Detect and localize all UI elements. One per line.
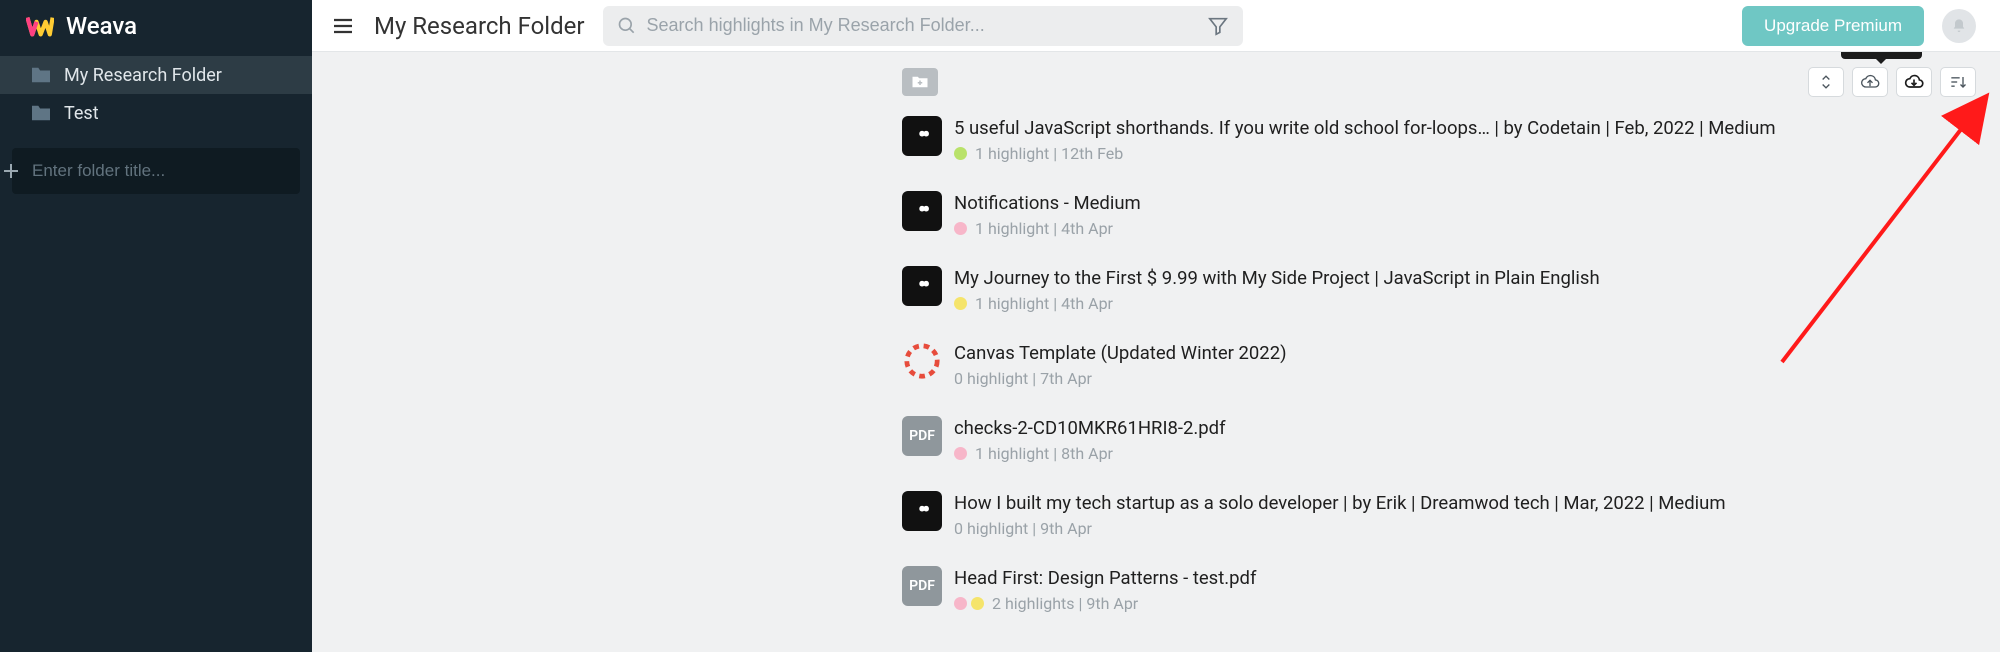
main: My Research Folder Upgrade Premium Expor… [312, 0, 2000, 652]
item-body: My Journey to the First $ 9.99 with My S… [954, 266, 1600, 313]
item-thumbnail [902, 191, 942, 231]
notifications-avatar[interactable] [1942, 9, 1976, 43]
item-title: Notifications - Medium [954, 191, 1141, 215]
sort-button[interactable] [1940, 67, 1976, 97]
logo-icon [26, 12, 54, 40]
list-item[interactable]: PDF checks-2-CD10MKR61HRI8-2.pdf 1 highlig… [902, 416, 2000, 463]
item-meta: 0 highlight | 9th Apr [954, 519, 1726, 538]
item-body: Notifications - Medium 1 highlight | 4th … [954, 191, 1141, 238]
list-item[interactable]: How I built my tech startup as a solo de… [902, 491, 2000, 538]
item-body: How I built my tech startup as a solo de… [954, 491, 1726, 538]
item-title: 5 useful JavaScript shorthands. If you w… [954, 116, 1776, 140]
list-item[interactable]: 5 useful JavaScript shorthands. If you w… [902, 116, 2000, 163]
item-title: Canvas Template (Updated Winter 2022) [954, 341, 1287, 365]
item-thumbnail [902, 341, 942, 381]
bell-icon [1951, 18, 1967, 34]
folder-icon [30, 66, 52, 84]
item-thumbnail [902, 491, 942, 531]
item-meta-text: 1 highlight | 4th Apr [975, 219, 1113, 238]
item-title: checks-2-CD10MKR61HRI8-2.pdf [954, 416, 1226, 440]
item-body: checks-2-CD10MKR61HRI8-2.pdf 1 highlight … [954, 416, 1226, 463]
item-meta: 1 highlight | 4th Apr [954, 219, 1141, 238]
list-item[interactable]: PDF Head First: Design Patterns - test.pd… [902, 566, 2000, 613]
plus-icon [3, 163, 19, 179]
new-folder-input-wrap[interactable] [12, 148, 300, 194]
cloud-download-icon [1904, 72, 1924, 92]
hamburger-icon [331, 14, 355, 38]
toolbar: Export [312, 64, 2000, 100]
item-body: 5 useful JavaScript shorthands. If you w… [954, 116, 1776, 163]
item-title: Head First: Design Patterns - test.pdf [954, 566, 1256, 590]
brand-name: Weava [66, 12, 137, 40]
item-meta-text: 1 highlight | 8th Apr [975, 444, 1113, 463]
item-body: Canvas Template (Updated Winter 2022) 0 h… [954, 341, 1287, 388]
item-meta-text: 1 highlight | 4th Apr [975, 294, 1113, 313]
folder-label: Test [64, 103, 99, 124]
sidebar-item-my-research-folder[interactable]: My Research Folder [0, 56, 312, 94]
page-title: My Research Folder [374, 12, 585, 40]
item-thumbnail: PDF [902, 416, 942, 456]
sidebar-item-test[interactable]: Test [0, 94, 312, 132]
filter-icon[interactable] [1207, 15, 1229, 37]
item-meta-text: 0 highlight | 9th Apr [954, 519, 1092, 538]
cloud-upload-button[interactable] [1852, 67, 1888, 97]
highlight-dot [954, 222, 967, 235]
folder-list: My Research Folder Test [0, 52, 312, 132]
search-icon [617, 16, 637, 36]
item-meta: 0 highlight | 7th Apr [954, 369, 1287, 388]
highlight-dot [954, 297, 967, 310]
menu-button[interactable] [330, 13, 356, 39]
item-title: How I built my tech startup as a solo de… [954, 491, 1726, 515]
cloud-upload-icon [1860, 72, 1880, 92]
add-folder-icon [911, 75, 929, 89]
search-input[interactable] [647, 15, 1199, 36]
item-meta: 2 highlights | 9th Apr [954, 594, 1256, 613]
item-meta: 1 highlight | 4th Apr [954, 294, 1600, 313]
highlight-dots [954, 597, 984, 610]
item-thumbnail [902, 266, 942, 306]
highlight-dot [971, 597, 984, 610]
item-meta-text: 0 highlight | 7th Apr [954, 369, 1092, 388]
folder-label: My Research Folder [64, 65, 222, 86]
brand: Weava [0, 0, 312, 52]
item-meta-text: 1 highlight | 12th Feb [975, 144, 1123, 163]
highlight-dot [954, 597, 967, 610]
item-thumbnail [902, 116, 942, 156]
content: Export 5 useful JavaScript shorthands [312, 52, 2000, 652]
list-item[interactable]: Notifications - Medium 1 highlight | 4th … [902, 191, 2000, 238]
expand-collapse-button[interactable] [1808, 67, 1844, 97]
item-meta: 1 highlight | 12th Feb [954, 144, 1776, 163]
highlight-dot [954, 147, 967, 160]
highlight-dots [954, 447, 967, 460]
export-tooltip: Export [1841, 52, 1922, 59]
folder-icon [30, 104, 52, 122]
highlight-dots [954, 222, 967, 235]
item-meta: 1 highlight | 8th Apr [954, 444, 1226, 463]
search-wrap[interactable] [603, 6, 1243, 46]
highlight-dots [954, 147, 967, 160]
item-list: 5 useful JavaScript shorthands. If you w… [312, 100, 2000, 613]
chevron-up-down-icon [1816, 72, 1836, 92]
new-folder-input[interactable] [32, 161, 290, 181]
highlight-dot [954, 447, 967, 460]
export-button[interactable] [1896, 67, 1932, 97]
upgrade-button[interactable]: Upgrade Premium [1742, 6, 1924, 46]
list-item[interactable]: My Journey to the First $ 9.99 with My S… [902, 266, 2000, 313]
add-item-button[interactable] [902, 68, 938, 96]
sort-icon [1948, 72, 1968, 92]
item-meta-text: 2 highlights | 9th Apr [992, 594, 1138, 613]
topbar: My Research Folder Upgrade Premium [312, 0, 2000, 52]
sidebar: Weava My Research Folder Test [0, 0, 312, 652]
item-title: My Journey to the First $ 9.99 with My S… [954, 266, 1600, 290]
list-item[interactable]: Canvas Template (Updated Winter 2022) 0 h… [902, 341, 2000, 388]
item-thumbnail: PDF [902, 566, 942, 606]
item-body: Head First: Design Patterns - test.pdf 2 … [954, 566, 1256, 613]
highlight-dots [954, 297, 967, 310]
